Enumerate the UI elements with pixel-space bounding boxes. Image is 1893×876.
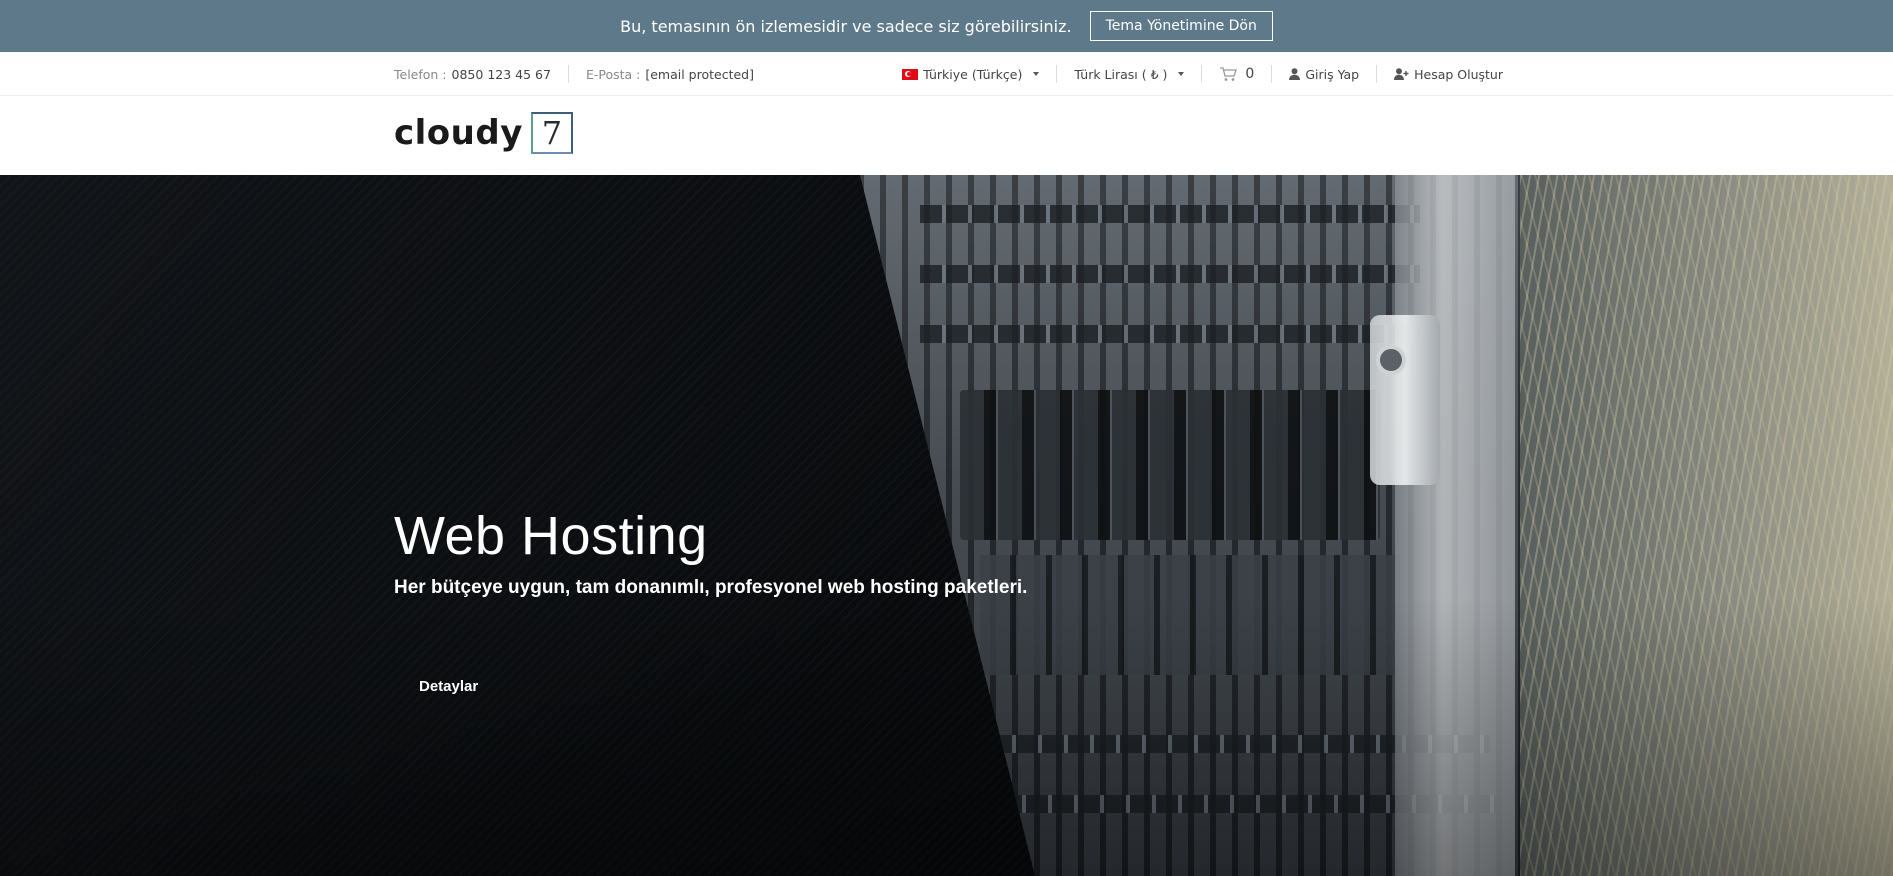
user-icon [1289,68,1301,80]
hero-slider: Web Hosting Her bütçeye uygun, tam donan… [0,175,1893,876]
cart-count: 0 [1245,66,1255,82]
phone-label: Telefon : [394,66,447,82]
logo-text: cloudy [394,113,523,153]
login-label: Giriş Yap [1305,66,1360,82]
email-info: E-Posta : [email protected] [586,67,754,82]
hero-subtitle: Her bütçeye uygun, tam donanımlı, profes… [394,577,1028,598]
email-label: E-Posta : [585,66,641,82]
details-button[interactable]: Detaylar [394,665,503,707]
hero-content: Web Hosting Her bütçeye uygun, tam donan… [394,505,1194,599]
login-link[interactable]: Giriş Yap [1289,67,1359,82]
top-info-bar: Telefon : 0850 123 45 67 E-Posta : [emai… [0,52,1893,96]
logo-mark: 7 [530,112,573,154]
divider [1056,65,1058,83]
theme-preview-bar: Bu, temasının ön izlemesidir ve sadece s… [0,0,1893,52]
language-selector[interactable]: Türkiye (Türkçe) [902,66,1040,82]
divider [1271,65,1273,83]
preview-message: Bu, temasının ön izlemesidir ve sadece s… [620,16,1072,36]
email-value[interactable]: [email protected] [645,67,754,82]
caret-down-icon [1178,72,1185,76]
register-label: Hesap Oluştur [1414,66,1503,82]
hero-title: Web Hosting [394,506,708,566]
flag-tr-icon [902,68,919,80]
site-logo[interactable]: cloudy 7 [394,112,573,154]
phone-info: Telefon : 0850 123 45 67 [394,67,551,82]
currency-label: Türk Lirası ( ₺ ) [1074,66,1168,82]
caret-down-icon [1033,72,1040,76]
divider [1376,65,1378,83]
language-label: Türkiye (Türkçe) [923,66,1023,82]
register-link[interactable]: Hesap Oluştur [1394,67,1503,82]
currency-selector[interactable]: Türk Lirası ( ₺ ) [1074,66,1185,82]
divider [567,65,569,83]
cart-link[interactable]: 0 [1219,66,1254,82]
cart-icon [1219,66,1238,82]
site-header: cloudy 7 [0,96,1893,175]
divider [1201,65,1203,83]
phone-value: 0850 123 45 67 [451,66,551,82]
back-to-theme-management-button[interactable]: Tema Yönetimine Dön [1089,11,1273,41]
user-plus-icon [1394,68,1409,80]
